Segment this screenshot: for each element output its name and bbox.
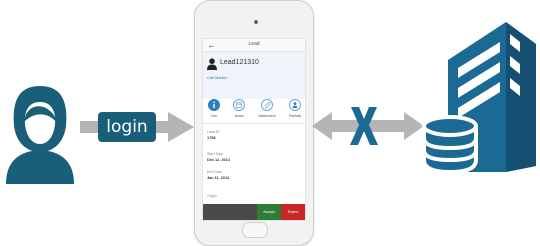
section-divider <box>203 123 305 124</box>
server-database-icon <box>422 22 536 172</box>
field-label-lead-id: Lead ID <box>207 130 220 134</box>
login-label: login <box>98 112 156 142</box>
tab-info[interactable] <box>208 99 220 111</box>
phone-speaker <box>254 20 258 24</box>
phone-screen: ← Lead Lead121310 Call Martin ! Info Not… <box>202 38 306 221</box>
tab-label-partially: Partially <box>288 114 302 118</box>
lead-avatar-icon <box>207 58 217 70</box>
person-icon <box>292 102 298 108</box>
blocked-x-icon <box>350 107 378 145</box>
reject-button[interactable]: Reject <box>281 204 305 220</box>
tab-label-attachment: Attachment <box>258 114 276 118</box>
accept-button[interactable]: Accept <box>257 204 281 220</box>
paperclip-icon <box>264 102 271 109</box>
field-value-lead-id: 1798 <box>207 136 216 140</box>
field-value-end-date: Jan 11, 2014 <box>207 176 230 180</box>
field-label-origin: Origin <box>207 194 217 198</box>
field-label-start-date: Start Date <box>207 152 224 156</box>
info-icon <box>213 101 215 108</box>
tab-label-info: Info <box>211 114 217 118</box>
lead-name: Lead121310 <box>220 59 259 66</box>
call-link[interactable]: Call Martin ! <box>207 75 228 80</box>
tab-partially[interactable] <box>289 99 301 111</box>
user-icon <box>6 86 74 184</box>
calendar-icon <box>236 102 242 108</box>
field-value-start-date: Dec 12, 2013 <box>207 158 230 162</box>
field-label-end-date: End Date <box>207 170 222 174</box>
home-button[interactable] <box>242 222 268 238</box>
tab-notes[interactable] <box>233 99 245 111</box>
tab-attachment[interactable] <box>261 99 273 111</box>
app-title: Lead <box>248 41 260 47</box>
tab-label-notes: Notes <box>234 114 244 118</box>
